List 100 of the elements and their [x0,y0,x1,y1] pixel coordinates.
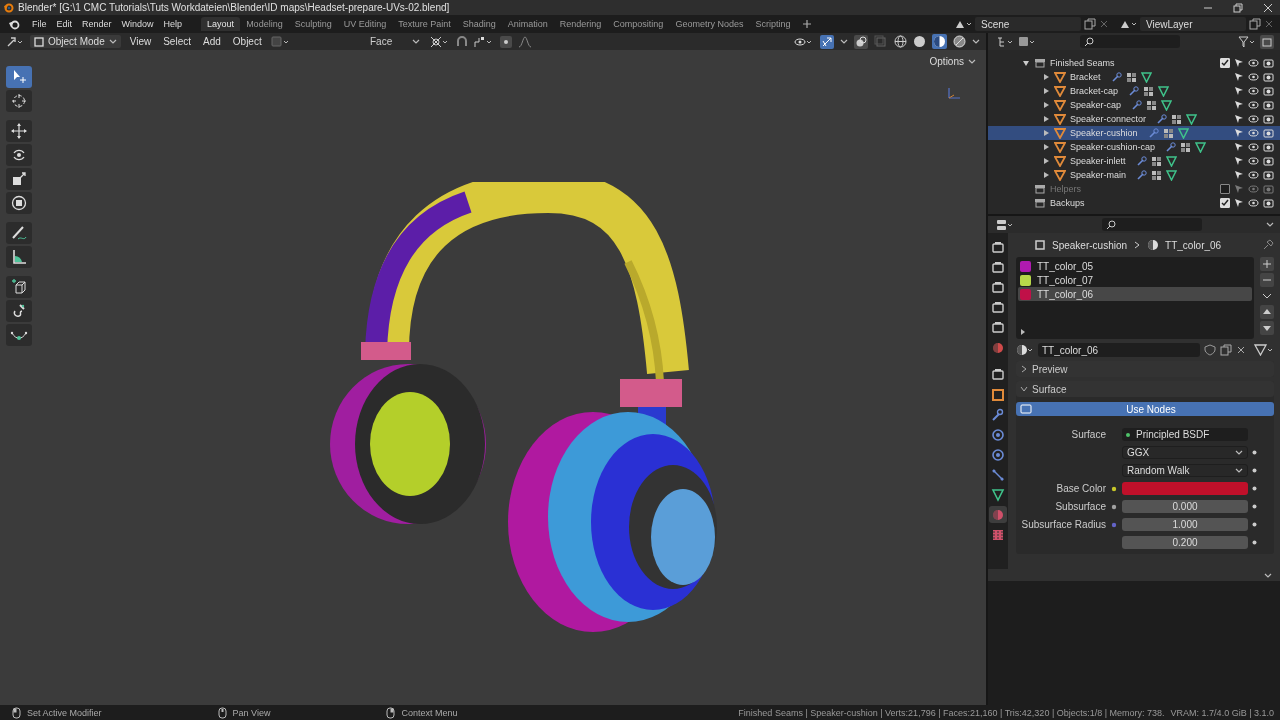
checkbox[interactable] [1220,58,1230,68]
properties-tab[interactable] [989,486,1007,503]
keyframe-dot-icon[interactable] [1252,540,1257,545]
editor-type-icon[interactable] [996,35,1014,48]
fake-user-icon[interactable] [1204,344,1216,356]
panel-header[interactable]: Preview [1016,361,1274,377]
camera-icon[interactable] [1263,142,1274,152]
modifier-grid-icon[interactable] [1162,127,1174,139]
outliner-collection-row[interactable]: Backups [988,196,1280,210]
material-name-field[interactable]: TT_color_06 [1038,343,1200,357]
mesh-data-icon[interactable] [1195,141,1207,153]
material-slot[interactable]: TT_color_05 [1018,259,1252,273]
workspace-tab[interactable]: Scripting [749,17,797,31]
workspace-tab[interactable]: Animation [501,17,554,31]
menu-item[interactable]: Object [229,36,265,47]
tool-button[interactable] [6,120,32,142]
solid-shading-icon[interactable] [913,35,926,48]
falloff-curve-icon[interactable] [518,35,532,48]
mesh-data-icon[interactable] [1166,169,1178,181]
keyframe-dot-icon[interactable] [1252,450,1257,455]
mesh-data-icon[interactable] [1158,85,1170,97]
outliner-row[interactable]: Speaker-inlett [988,154,1280,168]
workspace-tab[interactable]: Texture Paint [392,17,457,31]
panel-header[interactable]: Surface [1016,381,1274,397]
camera-icon[interactable] [1263,100,1274,110]
workspace-tab[interactable]: UV Editing [337,17,393,31]
node-tree-icon[interactable] [1254,344,1274,356]
keyframe-dot-icon[interactable] [1252,522,1257,527]
scene-field[interactable]: Scene [975,17,1081,31]
wrench-icon[interactable] [1131,99,1143,111]
camera-icon[interactable] [1263,86,1274,96]
outliner-row[interactable]: Bracket-cap [988,84,1280,98]
outliner-row[interactable]: Speaker-cushion [988,126,1280,140]
mesh-data-icon[interactable] [1186,113,1198,125]
modifier-grid-icon[interactable] [1125,71,1137,83]
filter-icon[interactable] [1238,35,1256,48]
wrench-icon[interactable] [1165,141,1177,153]
menu-item[interactable]: Window [116,19,159,29]
outliner-collection-row[interactable]: Finished Seams [988,56,1280,70]
display-mode-icon[interactable] [1018,35,1036,48]
close-icon[interactable] [1262,1,1274,14]
camera-icon[interactable] [1263,72,1274,82]
material-browse-icon[interactable] [1016,344,1034,356]
eye-icon[interactable] [1248,128,1259,138]
keyframe-dot-icon[interactable] [1252,486,1257,491]
editor-type-icon[interactable] [996,218,1014,231]
tool-button[interactable] [6,246,32,268]
eye-icon[interactable] [1248,156,1259,166]
gizmo-icon[interactable] [820,34,834,49]
chevron-down-icon[interactable] [972,38,980,45]
menu-item[interactable]: Select [160,36,194,47]
copy-icon[interactable] [1220,344,1232,356]
workspace-tab[interactable]: Rendering [553,17,608,31]
material-slot[interactable]: TT_color_06 [1018,287,1252,301]
tool-button[interactable] [6,66,32,88]
chevron-down-icon[interactable] [1266,221,1274,228]
add-tab-icon[interactable] [802,19,813,29]
close-icon[interactable] [1236,345,1246,355]
restore-icon[interactable] [1232,1,1244,14]
chevron-down-icon[interactable] [108,38,117,45]
socket-dot-icon[interactable] [1110,520,1118,529]
eye-icon[interactable] [1248,198,1259,208]
chevron-down-icon[interactable] [1264,571,1272,579]
workspace-tab[interactable]: Shading [456,17,502,31]
eye-icon[interactable] [1248,142,1259,152]
camera-icon[interactable] [1263,170,1274,180]
workspace-tab[interactable]: Modeling [240,17,289,31]
pivot-icon[interactable] [430,35,450,48]
socket-dot-icon[interactable] [1110,484,1118,493]
camera-icon[interactable] [1263,58,1274,68]
options-dropdown[interactable]: Options [925,54,980,69]
outliner-row[interactable]: Speaker-connector [988,112,1280,126]
eye-icon[interactable] [1248,86,1259,96]
expand-triangle-icon[interactable] [1020,329,1026,335]
socket-dot-icon[interactable] [1110,502,1118,511]
camera-icon[interactable] [1263,114,1274,124]
menu-item[interactable]: File [27,19,52,29]
use-nodes-button[interactable]: Use Nodes [1016,402,1274,416]
outliner-item[interactable]: Finished Seams [1050,58,1115,68]
overlays-icon[interactable] [854,34,868,49]
move-down-icon[interactable] [1260,321,1274,335]
eye-icon[interactable] [1248,114,1259,124]
chevron-down-icon[interactable] [968,58,976,65]
copy-icon[interactable] [1084,18,1096,30]
eye-icon[interactable] [1248,58,1259,68]
editor-type-icon[interactable] [6,35,24,48]
modifier-grid-icon[interactable] [1171,113,1183,125]
mesh-data-icon[interactable] [1165,155,1177,167]
search-field[interactable] [1080,35,1180,48]
workspace-tab[interactable]: Layout [201,17,241,31]
camera-icon[interactable] [1263,156,1274,166]
material-shading-icon[interactable] [932,34,947,49]
menu-item[interactable]: View [126,36,155,47]
menu-item[interactable]: Render [77,19,117,29]
tool-button[interactable] [6,144,32,166]
wrench-icon[interactable] [1110,71,1122,83]
wrench-icon[interactable] [1136,169,1148,181]
modifier-grid-icon[interactable] [1146,99,1158,111]
visibility-icon[interactable] [794,35,814,48]
expanded-triangle-icon[interactable] [1022,59,1030,67]
